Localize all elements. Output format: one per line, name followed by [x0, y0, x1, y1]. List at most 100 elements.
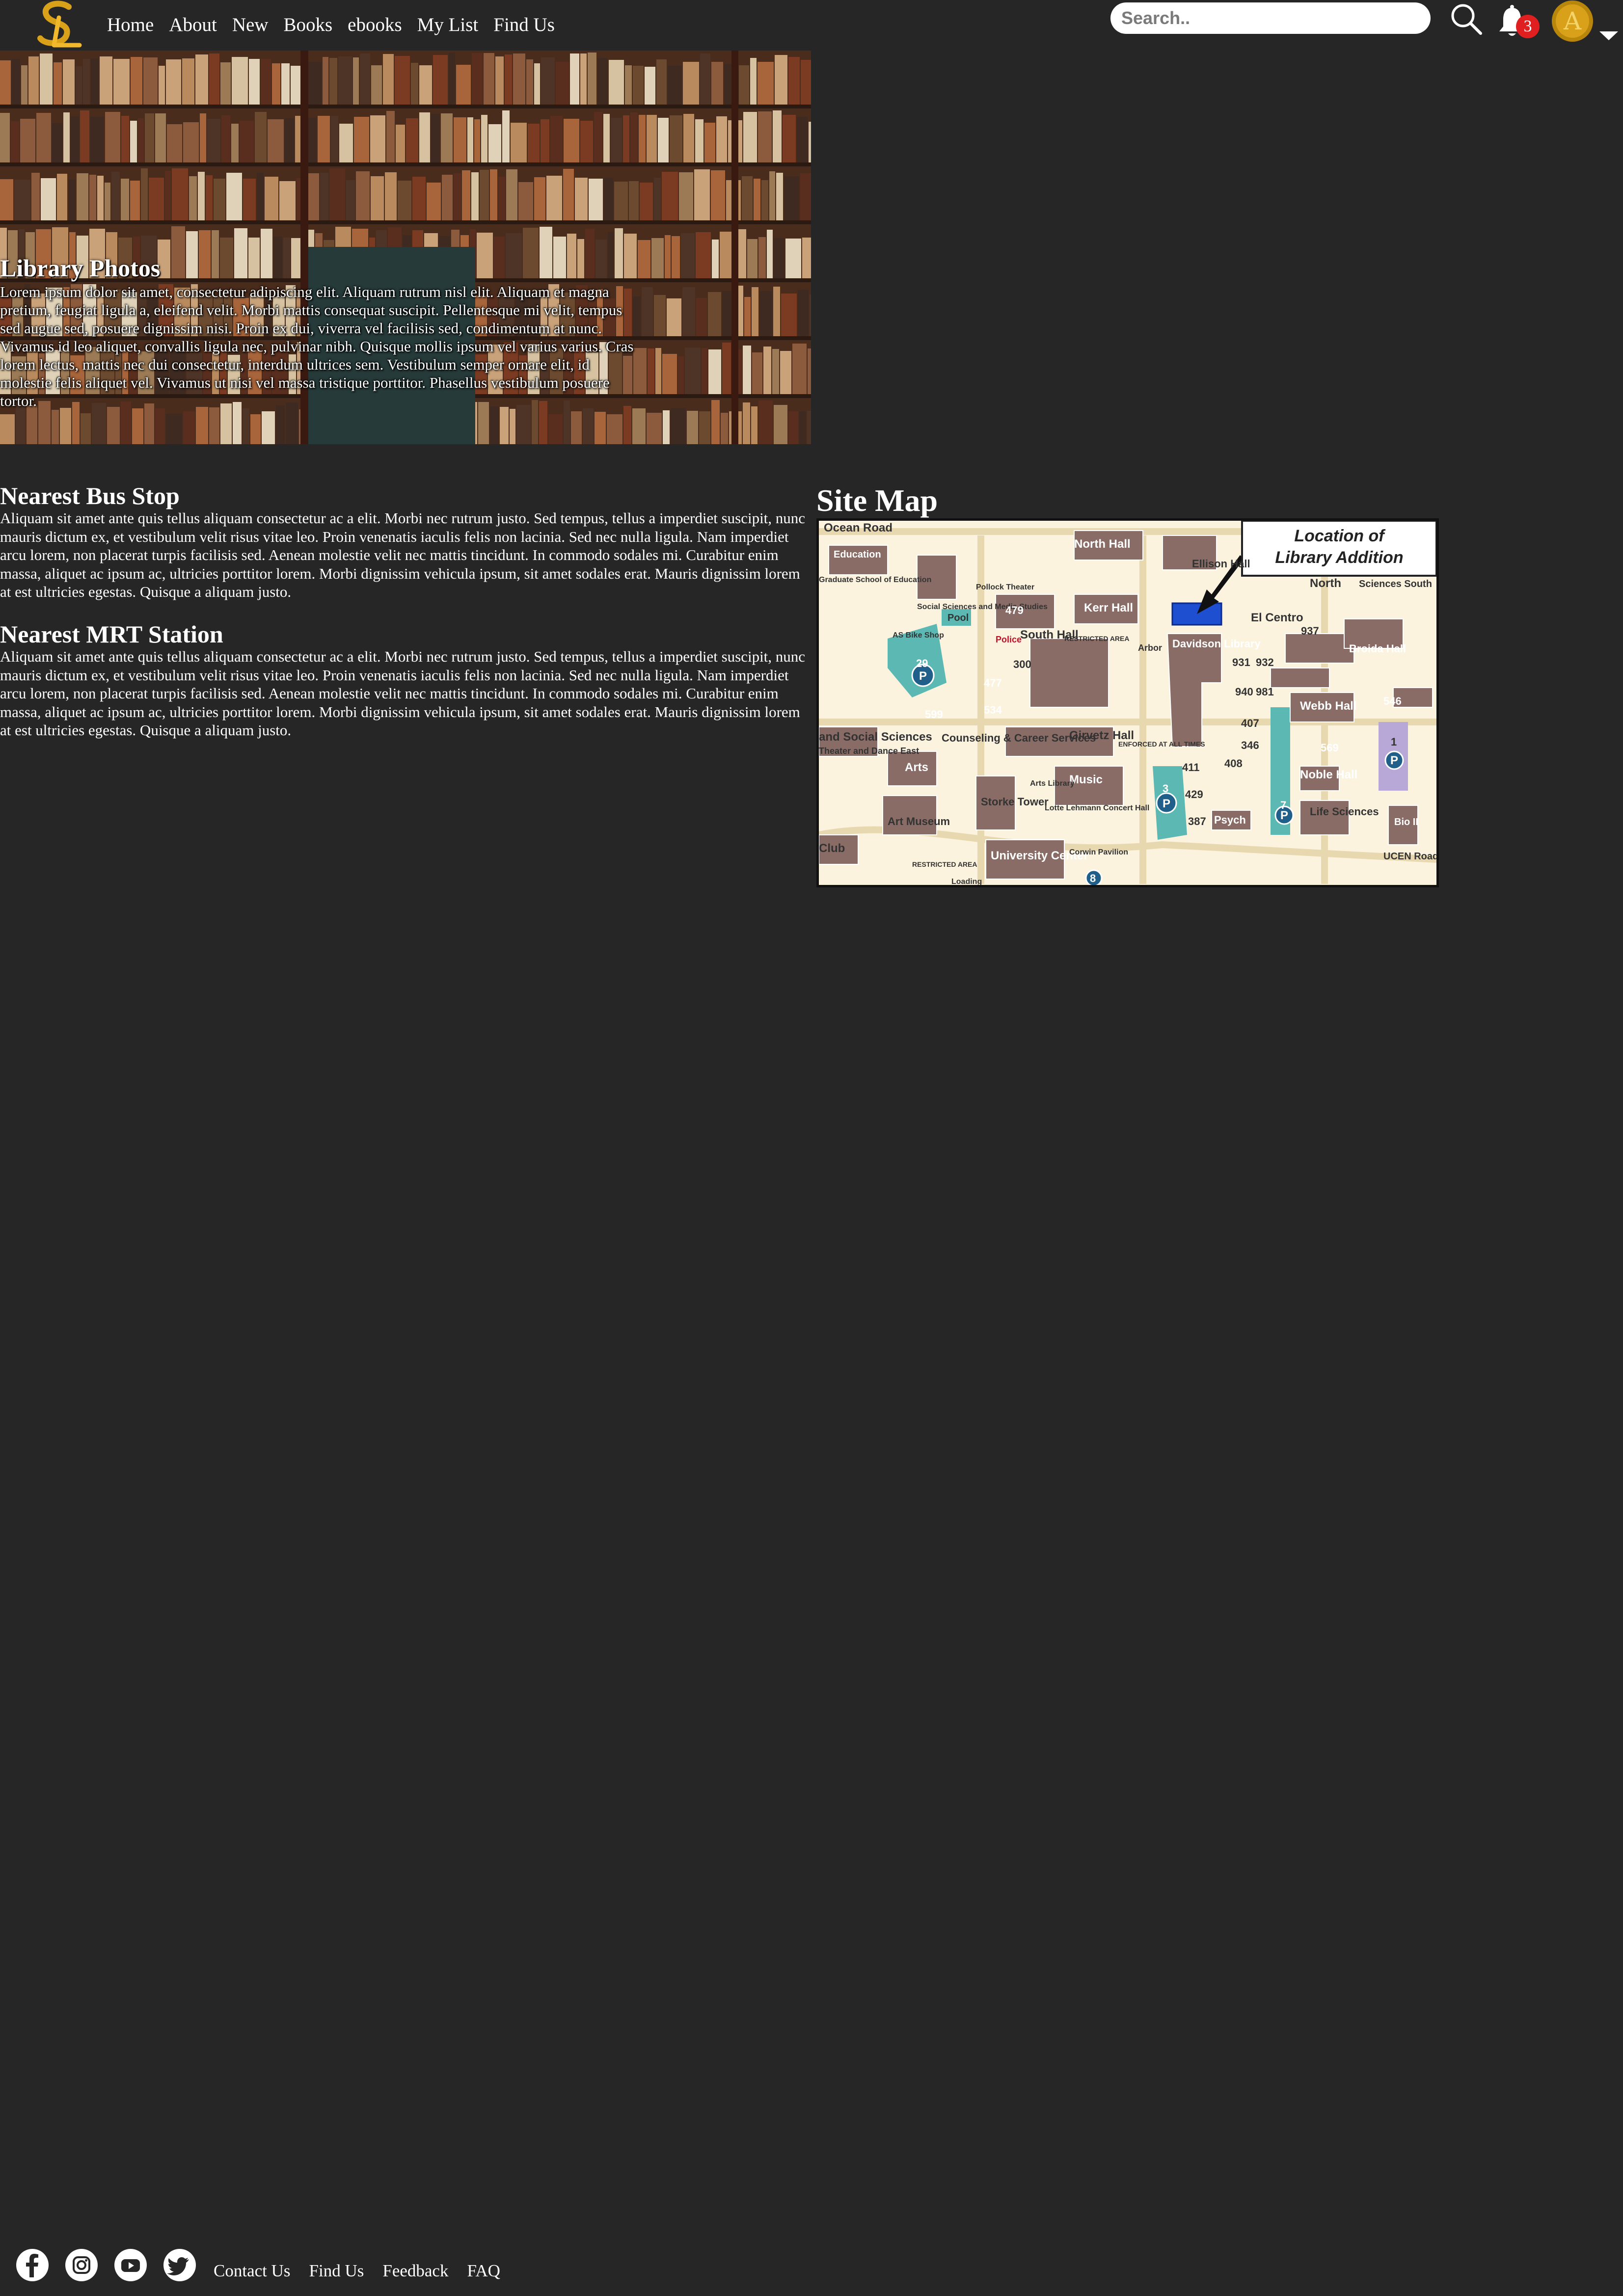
caret-down-icon — [1599, 31, 1618, 40]
map-label-north: North — [1310, 577, 1341, 590]
book-spine — [541, 57, 555, 105]
top-navigation-bar: Home About New Books ebooks My List Find… — [0, 0, 1623, 51]
facebook-link[interactable] — [15, 2248, 50, 2282]
book-spine — [763, 347, 771, 394]
map-number-931: 931 — [1232, 656, 1250, 668]
twitter-link[interactable] — [162, 2248, 197, 2282]
book-spine — [800, 173, 811, 220]
book-spine — [754, 179, 760, 220]
footer-link-find-us[interactable]: Find Us — [309, 2260, 364, 2282]
book-spine — [36, 113, 51, 162]
book-spine — [687, 411, 698, 444]
book-spine — [702, 348, 707, 394]
book-spine — [308, 62, 322, 105]
facebook-icon — [16, 2249, 49, 2281]
book-spine — [518, 182, 533, 220]
map-callout-line-1: Location of — [1294, 527, 1386, 545]
book-spine — [614, 182, 628, 220]
book-spine — [172, 168, 188, 220]
book-spine — [77, 173, 88, 220]
map-label-enforced: ENFORCED AT ALL TIMES — [1118, 740, 1205, 748]
book-spine — [214, 179, 225, 220]
search-button[interactable] — [1449, 2, 1484, 36]
book-spine — [195, 54, 208, 105]
map-number-599: 599 — [925, 708, 943, 721]
book-spine — [774, 405, 787, 444]
book-spine — [406, 118, 418, 162]
nav-home[interactable]: Home — [107, 11, 154, 39]
instagram-link[interactable] — [64, 2248, 99, 2282]
map-number-387: 387 — [1188, 815, 1206, 828]
main-nav: Home About New Books ebooks My List Find… — [107, 11, 570, 39]
book-spine — [132, 408, 143, 444]
nav-about[interactable]: About — [169, 11, 217, 39]
book-spine — [209, 407, 219, 444]
book-spine — [774, 238, 784, 278]
book-spine — [757, 62, 774, 105]
site-logo[interactable] — [28, 0, 87, 52]
book-spine — [607, 414, 622, 444]
nav-new[interactable]: New — [232, 11, 269, 39]
footer-link-faq[interactable]: FAQ — [467, 2260, 500, 2282]
book-spine — [90, 117, 104, 162]
book-spine — [785, 239, 801, 278]
book-spine — [792, 344, 807, 394]
book-spine — [155, 408, 165, 444]
book-spine — [20, 119, 35, 162]
book-spine — [356, 171, 370, 220]
book-spine — [588, 53, 596, 105]
map-number-937: 937 — [1301, 625, 1319, 637]
map-label-kerr-hall: Kerr Hall — [1084, 601, 1133, 614]
user-avatar[interactable]: A — [1551, 0, 1594, 42]
book-spine — [640, 183, 653, 220]
book-spine — [550, 116, 563, 162]
shelf-board — [0, 162, 811, 166]
book-spine — [704, 123, 715, 162]
book-spine — [776, 173, 783, 220]
map-parking-icon: P — [1390, 754, 1398, 767]
site-map-image[interactable]: Location of Library Addition Ocean Road … — [816, 518, 1439, 887]
search-input[interactable] — [1110, 2, 1431, 34]
book-spine — [370, 115, 385, 162]
book-spine — [484, 53, 494, 105]
nav-find-us[interactable]: Find Us — [493, 11, 555, 39]
book-spine — [250, 414, 261, 444]
book-spine — [647, 115, 657, 162]
book-spine — [808, 348, 811, 394]
nav-books[interactable]: Books — [283, 11, 332, 39]
book-spine — [699, 411, 710, 444]
book-spine — [91, 58, 99, 105]
book-spine — [143, 57, 158, 105]
book-spine — [696, 298, 707, 336]
avatar: A — [1552, 0, 1593, 42]
book-spine — [773, 287, 780, 336]
account-dropdown-toggle[interactable] — [1597, 25, 1620, 44]
book-spine — [528, 124, 540, 162]
footer-link-feedback[interactable]: Feedback — [382, 2260, 448, 2282]
instagram-icon — [65, 2249, 98, 2281]
nav-my-list[interactable]: My List — [417, 11, 479, 39]
book-spine — [329, 58, 337, 105]
footer-link-contact-us[interactable]: Contact Us — [214, 2260, 291, 2282]
book-spine — [52, 123, 62, 162]
book-spine — [611, 118, 622, 162]
book-spine — [597, 58, 608, 105]
book-spine — [318, 116, 330, 162]
book-spine — [798, 290, 809, 336]
book-spine — [159, 66, 165, 105]
nav-ebooks[interactable]: ebooks — [348, 11, 402, 39]
banner-text: Lorem ipsum dolor sit amet, consectetur … — [0, 283, 634, 409]
book-spine — [323, 57, 328, 105]
book-spine — [353, 57, 359, 105]
notifications-button[interactable]: 3 — [1497, 5, 1541, 44]
book-spine — [431, 114, 440, 162]
book-spine — [670, 115, 682, 162]
map-label-art-museum: Art Museum — [888, 815, 950, 828]
book-spine — [662, 354, 677, 394]
book-spine — [442, 175, 453, 220]
youtube-link[interactable] — [113, 2248, 148, 2282]
book-spine — [419, 112, 430, 162]
book-spine — [511, 123, 527, 162]
book-spine — [783, 115, 796, 162]
book-spine — [329, 168, 345, 220]
